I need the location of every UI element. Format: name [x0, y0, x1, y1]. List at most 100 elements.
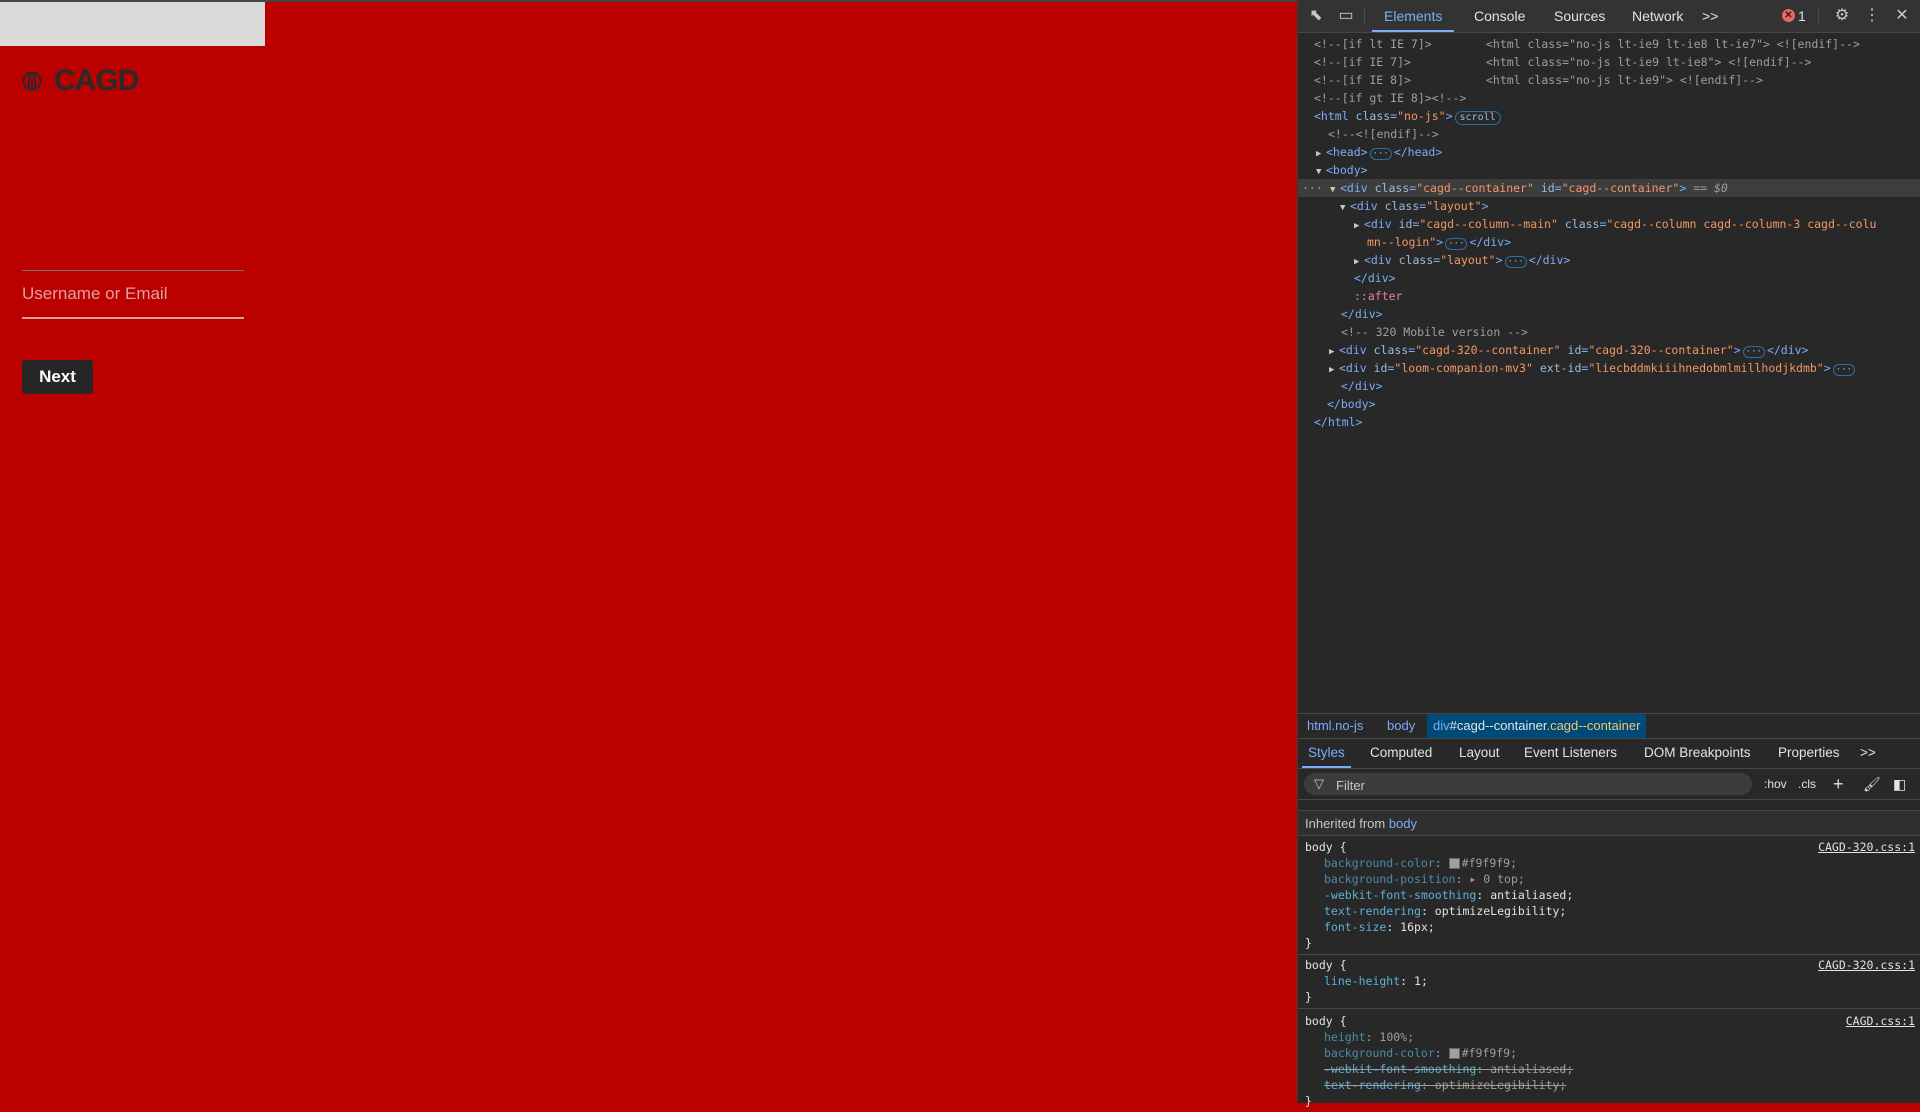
tree-node-layout[interactable]: ▼ <div class="layout">: [1298, 197, 1920, 215]
tree-node-column-main[interactable]: ▶ <div id="cagd--column--main" class="cag…: [1298, 215, 1920, 233]
style-property[interactable]: text-rendering: optimizeLegibility;: [1298, 903, 1920, 919]
tree-node-comment[interactable]: <!--[if lt IE 7]> <html class="no-js lt-…: [1298, 35, 1920, 53]
collapsed-ellipsis-icon[interactable]: ···: [1832, 364, 1855, 376]
inherited-body-link[interactable]: body: [1389, 816, 1417, 831]
next-button[interactable]: Next: [22, 360, 93, 394]
devtools-panel: ⬉ ▭ Elements Console Sources Network >> …: [1297, 0, 1920, 1108]
tree-node-close[interactable]: </div>: [1298, 377, 1920, 395]
color-swatch-icon[interactable]: [1448, 858, 1460, 869]
rule-selector[interactable]: body {: [1298, 1013, 1920, 1029]
page-viewport: CAGD Next: [0, 0, 1297, 1103]
top-header-strip: [0, 2, 265, 46]
style-rule: CAGD-320.css:1 body { line-height: 1; }: [1298, 956, 1920, 1009]
tab-computed[interactable]: Computed: [1370, 738, 1432, 768]
tab-dom-breakpoints[interactable]: DOM Breakpoints: [1644, 738, 1751, 768]
error-count[interactable]: 1: [1798, 0, 1806, 32]
logo-text: CAGD: [54, 64, 139, 97]
tree-node-mobile-container[interactable]: ▶ <div class="cagd-320--container" id="ca…: [1298, 341, 1920, 359]
dom-tree: <!--[if lt IE 7]> <html class="no-js lt-…: [1298, 33, 1920, 713]
inspect-element-icon[interactable]: ⬉: [1306, 6, 1326, 26]
tree-node-html-close[interactable]: </html>: [1298, 413, 1920, 431]
tree-node-loom[interactable]: ▶ <div id="loom-companion-mv3" ext-id="li…: [1298, 359, 1920, 377]
rule-close-brace: }: [1305, 990, 1312, 1004]
tree-node-head[interactable]: ▶ <head> ··· </head>: [1298, 143, 1920, 161]
tree-node-comment[interactable]: <!--[if IE 8]> <html class="no-js lt-ie9…: [1298, 71, 1920, 89]
style-property-overridden[interactable]: text-rendering: optimizeLegibility;: [1298, 1077, 1920, 1093]
tabbar-separator-2: [1818, 8, 1819, 24]
filter-funnel-icon: ▽: [1314, 776, 1324, 791]
hov-toggle[interactable]: :hov: [1764, 773, 1787, 795]
collapsed-ellipsis-icon[interactable]: ···: [1445, 238, 1468, 250]
style-property[interactable]: font-size: 16px;: [1298, 919, 1920, 935]
toggle-sidebar-icon[interactable]: ◧: [1893, 773, 1906, 795]
tree-node-comment[interactable]: <!-- 320 Mobile version -->: [1298, 323, 1920, 341]
styles-tabbar: Styles Computed Layout Event Listeners D…: [1298, 738, 1920, 769]
node-actions-ellipsis-icon[interactable]: ···: [1302, 179, 1330, 197]
style-source-link[interactable]: CAGD-320.css:1: [1818, 840, 1915, 854]
error-icon[interactable]: ✕: [1782, 9, 1795, 22]
breadcrumb: html.no-js body div#cagd--container.cagd…: [1298, 713, 1920, 739]
collapsed-ellipsis-icon[interactable]: ···: [1742, 346, 1765, 358]
tabbar-separator: [1364, 8, 1365, 24]
tab-styles[interactable]: Styles: [1302, 738, 1351, 768]
scroll-badge[interactable]: scroll: [1454, 111, 1501, 125]
tree-node-comment[interactable]: <!--[if gt IE 8]><!-->: [1298, 89, 1920, 107]
tab-properties[interactable]: Properties: [1778, 738, 1840, 768]
style-rule: CAGD.css:1 body { height: 100%; backgrou…: [1298, 1012, 1920, 1112]
style-property[interactable]: height: 100%;: [1298, 1029, 1920, 1045]
logo[interactable]: CAGD: [22, 64, 139, 98]
tree-node-close[interactable]: </div>: [1298, 269, 1920, 287]
more-options-kebab-icon[interactable]: ⋮: [1862, 6, 1882, 26]
paint-brush-icon[interactable]: 🖌: [1863, 773, 1881, 795]
tab-sources[interactable]: Sources: [1554, 0, 1605, 32]
style-property-overridden[interactable]: -webkit-font-smoothing: antialiased;: [1298, 1061, 1920, 1077]
tab-console[interactable]: Console: [1474, 0, 1525, 32]
breadcrumb-html[interactable]: html.no-js: [1307, 714, 1363, 738]
new-rule-plus-icon[interactable]: +: [1833, 773, 1844, 795]
tab-network[interactable]: Network: [1632, 0, 1683, 32]
tree-node-after[interactable]: ::after: [1298, 287, 1920, 305]
tree-node-comment[interactable]: <!--[if IE 7]> <html class="no-js lt-ie9…: [1298, 53, 1920, 71]
style-property[interactable]: background-color: #f9f9f9;: [1298, 1045, 1920, 1061]
globe-logo-icon: [22, 71, 42, 91]
style-property[interactable]: -webkit-font-smoothing: antialiased;: [1298, 887, 1920, 903]
style-property[interactable]: line-height: 1;: [1298, 973, 1920, 989]
tree-node-comment[interactable]: <!--<![endif]-->: [1298, 125, 1920, 143]
style-property[interactable]: background-color: #f9f9f9;: [1298, 855, 1920, 871]
inherited-from-header: Inherited from body: [1298, 810, 1920, 836]
more-tabs-chevron-icon[interactable]: >>: [1702, 0, 1718, 32]
username-input[interactable]: [22, 271, 244, 317]
device-toolbar-icon[interactable]: ▭: [1336, 6, 1356, 26]
rule-close-brace: }: [1305, 1094, 1312, 1108]
devtools-tabbar: ⬉ ▭ Elements Console Sources Network >> …: [1298, 0, 1920, 33]
more-tabs-chevron-icon[interactable]: >>: [1860, 738, 1876, 768]
settings-gear-icon[interactable]: ⚙: [1832, 6, 1852, 26]
style-property[interactable]: background-position: ▸ 0 top;: [1298, 871, 1920, 887]
color-swatch-icon[interactable]: [1448, 1048, 1460, 1059]
style-source-link[interactable]: CAGD.css:1: [1846, 1014, 1915, 1028]
tab-elements[interactable]: Elements: [1371, 0, 1455, 32]
styles-filter-row: ▽ :hov .cls + 🖌 ◧: [1298, 769, 1920, 800]
rule-close-brace: }: [1305, 936, 1312, 950]
tree-node-cagd-container-selected[interactable]: ··· ▼ <div class="cagd--container" id="cag…: [1298, 179, 1920, 197]
styles-filter[interactable]: ▽: [1304, 773, 1752, 797]
filter-input[interactable]: [1334, 773, 1738, 797]
close-devtools-icon[interactable]: ✕: [1892, 6, 1912, 26]
tree-node-body[interactable]: ▼ <body>: [1298, 161, 1920, 179]
tree-node-html[interactable]: <html class="no-js"> scroll: [1298, 107, 1920, 125]
collapsed-ellipsis-icon[interactable]: ···: [1504, 256, 1527, 268]
tab-layout[interactable]: Layout: [1459, 738, 1500, 768]
breadcrumb-container[interactable]: div#cagd--container.cagd--container: [1427, 714, 1647, 738]
username-field[interactable]: [22, 270, 244, 319]
style-rule: CAGD-320.css:1 body { background-color: …: [1298, 838, 1920, 955]
tree-node-close[interactable]: </div>: [1298, 305, 1920, 323]
tree-node-column-main-cont[interactable]: mn--login"> ··· </div>: [1298, 233, 1920, 251]
cls-toggle[interactable]: .cls: [1798, 773, 1816, 795]
tree-node-layout-inner[interactable]: ▶ <div class="layout"> ··· </div>: [1298, 251, 1920, 269]
styles-pane: Inherited from body CAGD-320.css:1 body …: [1298, 800, 1920, 1108]
tree-node-body-close[interactable]: </body>: [1298, 395, 1920, 413]
collapsed-ellipsis-icon[interactable]: ···: [1369, 148, 1392, 160]
tab-event-listeners[interactable]: Event Listeners: [1524, 738, 1617, 768]
breadcrumb-body[interactable]: body: [1387, 714, 1415, 738]
style-source-link[interactable]: CAGD-320.css:1: [1818, 958, 1915, 972]
